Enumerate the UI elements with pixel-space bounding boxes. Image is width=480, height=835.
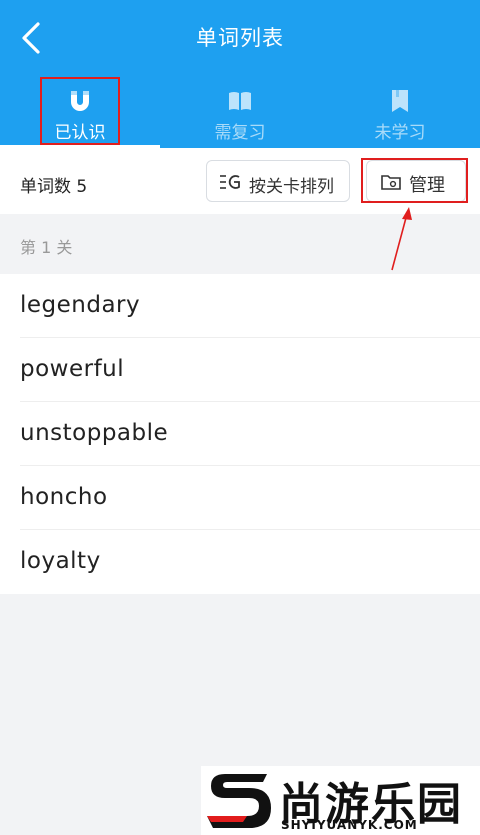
sort-icon [220, 175, 240, 189]
highlight-box-tab [40, 77, 120, 145]
tab-review-label: 需复习 [214, 123, 266, 143]
book-icon [229, 92, 251, 110]
list-item[interactable]: legendary [0, 274, 480, 338]
sort-by-level-button[interactable]: 按关卡排列 [206, 160, 350, 202]
watermark-url: SHYIYUANYK.COM [281, 818, 418, 832]
list-item[interactable]: unstoppable [0, 402, 480, 466]
word-count: 单词数 5 [20, 177, 88, 197]
level-section-title: 第 1 关 [20, 238, 73, 257]
page-title: 单词列表 [196, 26, 284, 50]
list-item[interactable]: powerful [0, 338, 480, 402]
sort-by-level-label: 按关卡排列 [249, 177, 334, 197]
list-item[interactable]: honcho [0, 466, 480, 530]
watermark: 尚游乐园 SHYIYUANYK.COM [201, 766, 480, 835]
tab-unlearned[interactable]: 未学习 [320, 84, 480, 148]
word-text: legendary [20, 292, 141, 318]
word-list: legendary powerful unstoppable honcho lo… [0, 274, 480, 594]
list-item[interactable]: loyalty [0, 530, 480, 594]
watermark-s-logo [207, 774, 271, 828]
annotation-arrow [391, 207, 412, 271]
word-text: honcho [20, 484, 108, 510]
tab-review[interactable]: 需复习 [160, 84, 320, 148]
bookmark-icon [392, 90, 408, 112]
word-text: loyalty [20, 548, 101, 574]
word-text: powerful [20, 356, 125, 382]
tab-unlearned-label: 未学习 [374, 123, 426, 143]
highlight-box-manage [361, 158, 468, 203]
word-text: unstoppable [20, 420, 169, 446]
